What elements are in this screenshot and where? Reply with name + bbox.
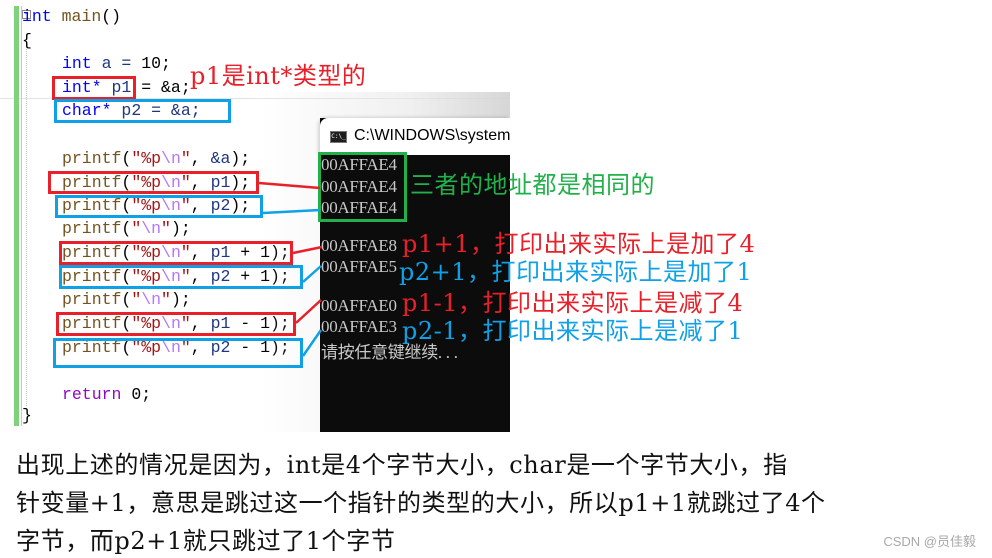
code-line-printf-addr-a: printf("%p\n", &a);: [62, 147, 250, 171]
watermark: CSDN @员佳毅: [883, 534, 976, 549]
highlight-box-printf-p2: [55, 195, 263, 218]
string-quote: ": [131, 290, 142, 309]
format-spec: %p: [141, 149, 162, 168]
string-quote: ": [131, 219, 142, 238]
string-quote: ": [161, 290, 171, 309]
punctuation: ,: [190, 149, 211, 168]
string-quote: ": [131, 149, 142, 168]
indent-guide: [26, 44, 27, 406]
keyword: int: [62, 54, 92, 73]
highlight-box-printf-p2-plus: [59, 265, 303, 289]
punctuation: );: [230, 149, 251, 168]
punctuation: (: [121, 290, 132, 309]
escape-seq: \n: [161, 149, 181, 168]
function-name: printf: [62, 219, 122, 238]
console-output-line: 00AFFAE5: [321, 257, 397, 276]
gutter-divider: [21, 6, 22, 426]
console-output-line: 00AFFAE8: [321, 236, 397, 255]
change-tracking-bar: [14, 6, 19, 426]
explanation-line-1: 出现上述的情况是因为，int是4个字节大小，char是一个字节大小，指: [16, 451, 788, 479]
console-title: C:\WINDOWS\system: [354, 127, 511, 144]
keyword: int: [22, 7, 52, 26]
punctuation: );: [170, 219, 191, 238]
function-name: printf: [62, 149, 122, 168]
escape-seq: \n: [141, 290, 162, 309]
code-line-return: return 0;: [62, 383, 151, 407]
punctuation: ;: [161, 54, 171, 73]
code-line-close-brace: }: [22, 406, 32, 425]
number-literal: 0: [131, 385, 142, 404]
annotation-same-address: 三者的地址都是相同的: [410, 171, 655, 199]
punctuation: );: [170, 290, 191, 309]
code-line-int-a: int a = 10;: [62, 52, 171, 76]
explanation-line-2: 针变量+1，意思是跳过这一个指针的类型的大小，所以p1+1就跳过了4个: [16, 489, 826, 517]
keyword: return: [62, 385, 122, 404]
punctuation: (): [101, 7, 122, 26]
console-output-line: 00AFFAE3: [321, 317, 397, 336]
punctuation: ;: [141, 385, 152, 404]
string-quote: ": [161, 219, 171, 238]
highlight-box-printf-p1-minus: [56, 312, 296, 336]
punctuation: (: [121, 219, 132, 238]
annotation-p2-minus: p2-1，打印出来实际上是减了1: [402, 317, 744, 345]
highlight-box-printf-p2-minus: [53, 338, 303, 368]
highlight-box-printf-p1: [48, 171, 259, 194]
expression: = &a;: [131, 78, 191, 97]
code-line-main-signature: int main(): [22, 5, 121, 29]
identifier: a =: [91, 54, 142, 73]
annotation-p1-type: p1是int*类型的: [190, 62, 367, 90]
highlight-box-char-ptr: [54, 99, 231, 123]
function-name: main: [61, 7, 102, 26]
code-line-open-brace: {: [22, 31, 32, 50]
number-literal: 10: [141, 54, 162, 73]
function-name: printf: [62, 290, 122, 309]
escape-seq: \n: [141, 219, 162, 238]
punctuation: (: [121, 149, 132, 168]
console-output-line: 00AFFAE0: [321, 296, 397, 315]
highlight-box-printf-p1-plus: [59, 241, 293, 265]
code-line-printf-newline: printf("\n");: [62, 217, 191, 241]
highlight-box-int-ptr: [52, 76, 136, 100]
identifier: &a: [210, 149, 231, 168]
string-quote: ": [180, 149, 191, 168]
explanation-line-3: 字节，而p2+1就只跳过了1个字节: [16, 527, 396, 555]
cmd-icon: C:\_: [330, 131, 347, 143]
code-line-printf-newline-2: printf("\n");: [62, 288, 191, 312]
annotation-p2-plus: p2+1，打印出来实际上是加了1: [399, 258, 753, 286]
highlight-box-same-addresses: [318, 152, 407, 222]
